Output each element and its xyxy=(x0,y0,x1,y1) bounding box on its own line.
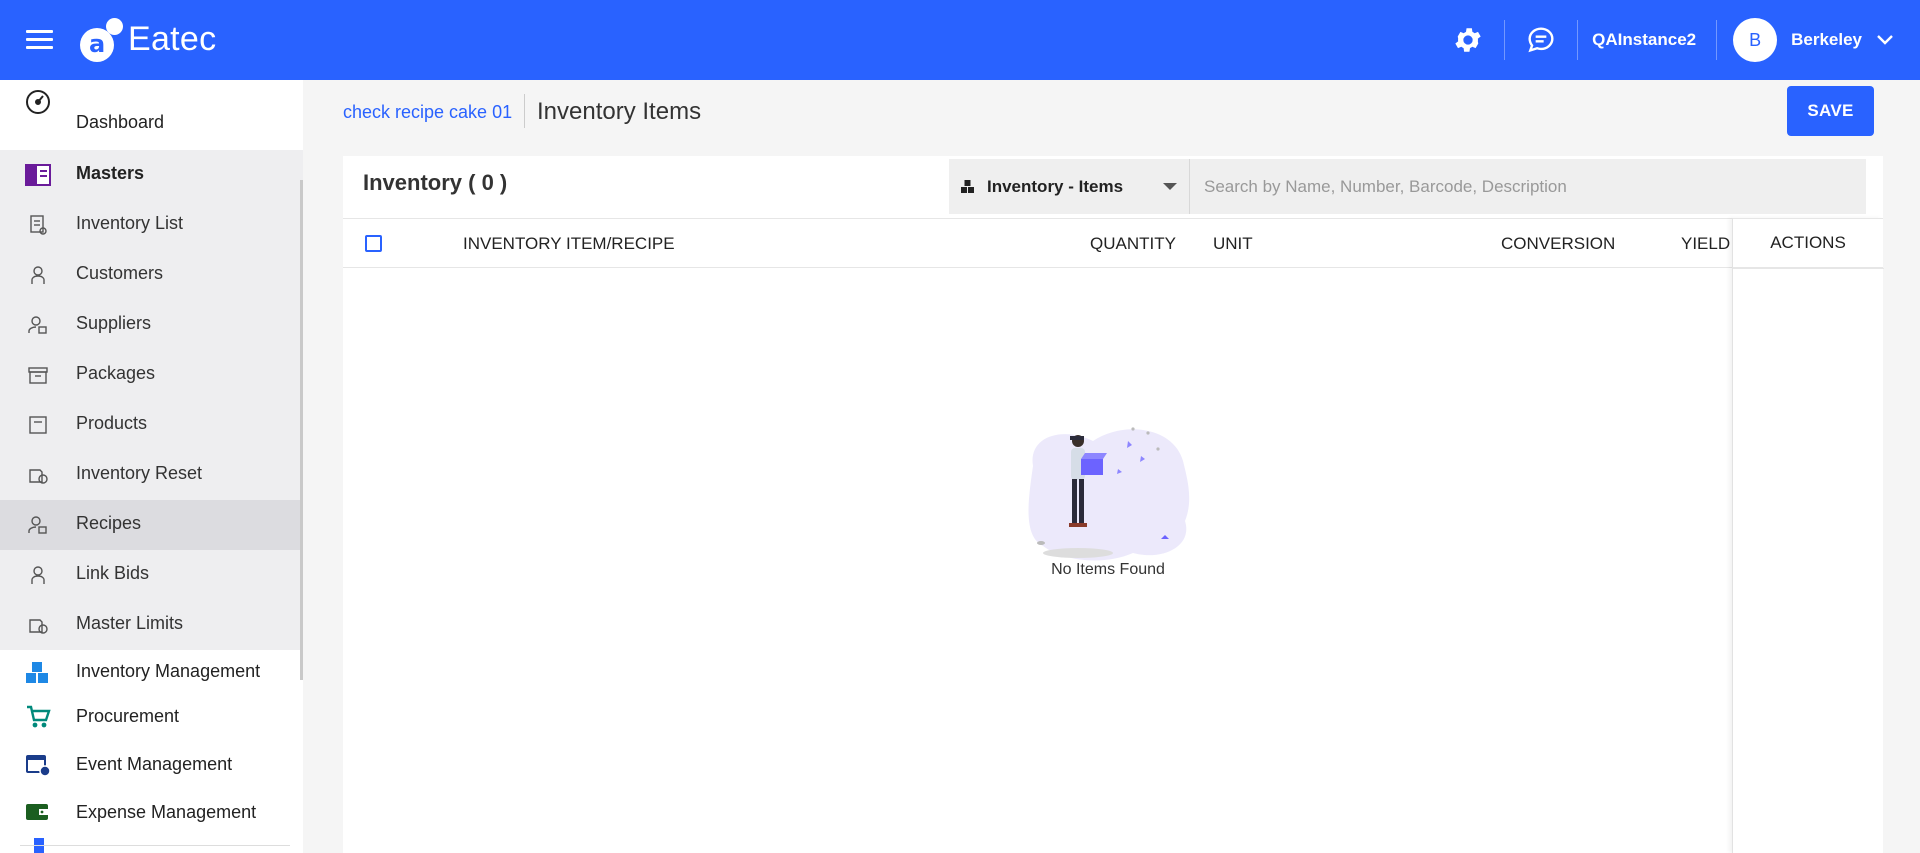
column-header-item[interactable]: INVENTORY ITEM/RECIPE xyxy=(463,234,675,254)
instance-name[interactable]: QAInstance2 xyxy=(1592,30,1696,50)
logo-mark xyxy=(78,18,123,62)
inventory-reset-icon xyxy=(24,461,52,489)
sidebar-item-recipes[interactable]: Recipes xyxy=(0,500,303,550)
wallet-icon xyxy=(24,797,52,825)
empty-state-text: No Items Found xyxy=(1051,561,1165,578)
inventory-list-icon xyxy=(24,211,52,239)
select-all-checkbox[interactable] xyxy=(365,235,382,252)
sidebar-scrollbar[interactable] xyxy=(300,180,303,680)
sidebar-item-dashboard[interactable]: Dashboard xyxy=(0,80,303,132)
sidebar-item-event-management[interactable]: Event Management xyxy=(0,742,303,788)
sidebar-item-inventory-management[interactable]: Inventory Management xyxy=(0,650,303,696)
avatar[interactable]: B xyxy=(1733,18,1778,62)
user-name[interactable]: Berkeley xyxy=(1791,30,1862,50)
sidebar-item-label: Recipes xyxy=(76,513,142,533)
table-header: INVENTORY ITEM/RECIPE QUANTITY UNIT CONV… xyxy=(343,218,1883,268)
inventory-management-icon xyxy=(24,659,52,687)
empty-state-illustration xyxy=(1028,427,1190,561)
chevron-down-icon[interactable] xyxy=(1876,34,1894,46)
app-logo[interactable]: Eatec xyxy=(78,16,216,62)
sidebar-item-masters[interactable]: Masters xyxy=(0,150,303,200)
packages-icon xyxy=(24,361,52,389)
sidebar-item-label: Master Limits xyxy=(76,613,184,633)
app-name: Eatec xyxy=(128,19,217,58)
save-button[interactable]: SAVE xyxy=(1787,86,1874,136)
column-header-conversion[interactable]: CONVERSION xyxy=(1501,234,1615,254)
sidebar-item-label: Dashboard xyxy=(76,112,165,132)
column-header-unit[interactable]: UNIT xyxy=(1213,234,1253,254)
top-right-controls: QAInstance2 B Berkeley xyxy=(1446,0,1920,80)
sidebar-item-label: Expense Management xyxy=(76,802,257,822)
link-bids-icon xyxy=(24,561,52,589)
column-header-quantity[interactable]: QUANTITY xyxy=(1090,234,1176,254)
products-icon xyxy=(24,411,52,439)
caret-down-icon xyxy=(1163,183,1177,190)
calendar-icon xyxy=(24,750,52,778)
sidebar-item-label: Event Management xyxy=(76,754,233,774)
sidebar-item-master-limits[interactable]: Master Limits xyxy=(0,600,303,650)
divider xyxy=(1504,20,1506,60)
masters-icon xyxy=(24,161,52,189)
recipes-icon xyxy=(24,511,52,539)
dashboard-icon xyxy=(24,87,52,115)
sidebar-item-label: Products xyxy=(76,413,148,433)
column-header-yield[interactable]: YIELD xyxy=(1681,234,1730,254)
sidebar-item-label: Inventory Management xyxy=(76,661,261,681)
sidebar-item-label: Inventory List xyxy=(76,213,184,233)
sidebar-item-customers[interactable]: Customers xyxy=(0,250,303,300)
inventory-type-dropdown[interactable]: Inventory - Items xyxy=(949,159,1189,214)
sidebar-item-packages[interactable]: Packages xyxy=(0,350,303,400)
sidebar-item-inventory-reset[interactable]: Inventory Reset xyxy=(0,450,303,500)
sidebar-item-expense-management[interactable]: Expense Management xyxy=(0,788,303,834)
top-bar: Eatec QAInstance2 B Berkeley xyxy=(0,0,1920,80)
sidebar-item-suppliers[interactable]: Suppliers xyxy=(0,300,303,350)
sidebar-item-label: Link Bids xyxy=(76,563,150,583)
sidebar-item-inventory-list[interactable]: Inventory List xyxy=(0,200,303,250)
master-limits-icon xyxy=(24,611,52,639)
divider xyxy=(1716,20,1718,60)
sidebar: Dashboard Masters Inventory List Custome… xyxy=(0,80,303,853)
sidebar-item-label: Inventory Reset xyxy=(76,463,203,483)
divider xyxy=(1577,20,1579,60)
breadcrumb[interactable]: check recipe cake 01 xyxy=(343,102,512,123)
boxes-icon xyxy=(961,179,974,193)
search-input[interactable] xyxy=(1189,159,1866,214)
menu-icon[interactable] xyxy=(26,30,53,50)
cart-icon xyxy=(24,703,52,731)
dropdown-selected-value: Inventory - Items xyxy=(987,176,1124,196)
actions-column: ACTIONS xyxy=(1732,218,1884,853)
settings-gear-icon[interactable] xyxy=(1446,0,1490,80)
sidebar-item-products[interactable]: Products xyxy=(0,400,303,450)
column-header-actions: ACTIONS xyxy=(1770,233,1846,252)
customers-icon xyxy=(24,261,52,289)
suppliers-icon xyxy=(24,311,52,339)
sidebar-item-link-bids[interactable]: Link Bids xyxy=(0,550,303,600)
page-title: Inventory Items xyxy=(537,98,702,125)
sidebar-item-label: Masters xyxy=(76,163,145,183)
sidebar-item-label: Suppliers xyxy=(76,313,152,333)
sidebar-item-procurement[interactable]: Procurement xyxy=(0,696,303,742)
sidebar-divider xyxy=(20,845,290,846)
sidebar-item-label: Procurement xyxy=(76,706,180,726)
breadcrumb-divider xyxy=(524,94,525,128)
inventory-count-title: Inventory ( 0 ) xyxy=(363,170,508,195)
chat-icon[interactable] xyxy=(1519,0,1563,80)
sidebar-item-label: Packages xyxy=(76,363,156,383)
inventory-card: Inventory ( 0 ) Inventory - Items INVENT… xyxy=(343,156,1884,853)
sidebar-item-label: Customers xyxy=(76,263,164,283)
